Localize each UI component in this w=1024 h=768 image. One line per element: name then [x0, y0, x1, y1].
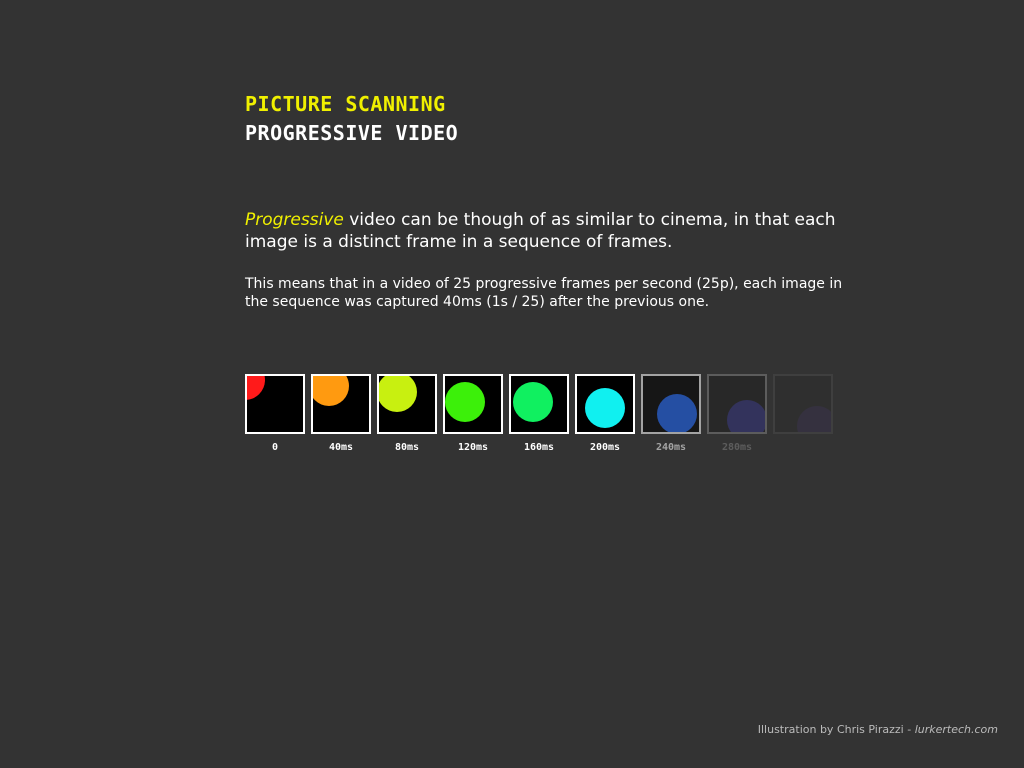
video-frame	[773, 374, 833, 434]
frame-timestamp-label: 40ms	[328, 442, 354, 453]
moving-ball	[727, 400, 765, 432]
video-frame	[641, 374, 701, 434]
moving-ball	[585, 388, 625, 428]
video-frame	[377, 374, 437, 434]
moving-ball	[313, 376, 349, 406]
page-subtitle: PROGRESSIVE VIDEO	[245, 121, 459, 145]
intro-highlight: Progressive	[245, 210, 344, 230]
frame-sequence: 0 40ms 80ms 120ms 160ms 200ms 240ms 280ms	[245, 374, 833, 464]
moving-ball	[247, 376, 265, 400]
moving-ball	[797, 406, 831, 432]
video-frame	[245, 374, 305, 434]
credit-line: Illustration by Chris Pirazzi - lurkerte…	[758, 723, 998, 736]
moving-ball	[379, 376, 417, 412]
moving-ball	[657, 394, 697, 432]
video-frame	[575, 374, 635, 434]
credit-prefix: Illustration by Chris Pirazzi -	[757, 723, 915, 736]
frame-timestamp-label: 0	[271, 442, 279, 453]
video-frame	[707, 374, 767, 434]
page-title: PICTURE SCANNING	[245, 92, 446, 116]
frame-timestamp-label: 120ms	[457, 442, 489, 453]
moving-ball	[513, 382, 553, 422]
video-frame	[443, 374, 503, 434]
moving-ball	[445, 382, 485, 422]
frame-timestamp-label: 80ms	[394, 442, 420, 453]
frame-timestamp-label: 280ms	[721, 442, 753, 453]
note-paragraph: This means that in a video of 25 progres…	[245, 276, 843, 310]
frame-timestamp-label: 160ms	[523, 442, 555, 453]
intro-paragraph: Progressive video can be though of as si…	[245, 209, 845, 253]
video-frame	[509, 374, 569, 434]
video-frame	[311, 374, 371, 434]
credit-site: lurkertech.com	[914, 723, 998, 736]
frame-timestamp-label: 200ms	[589, 442, 621, 453]
frame-timestamp-label: 240ms	[655, 442, 687, 453]
